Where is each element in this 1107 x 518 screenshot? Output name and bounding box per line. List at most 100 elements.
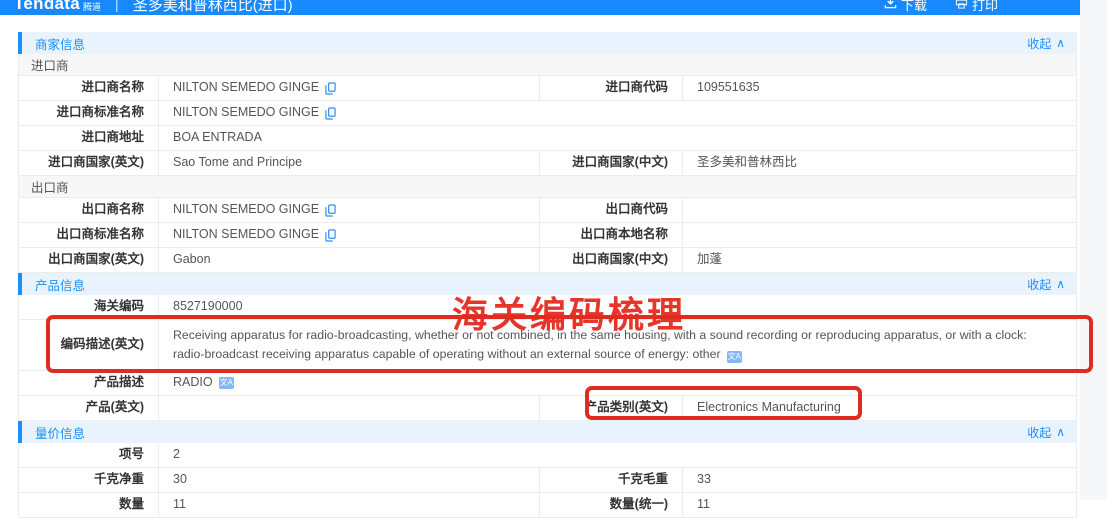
field-value-text: 30 <box>173 472 187 488</box>
download-button[interactable]: 下载 <box>884 0 927 14</box>
field-value: Gabon <box>159 248 539 272</box>
field-label-text: 出口商代码 <box>605 202 668 218</box>
print-label: 打印 <box>972 0 998 14</box>
section-header: 量价信息 收起∧ <box>18 421 1077 443</box>
field-value: 109551635 <box>683 76 1076 100</box>
collapse-button[interactable]: 收起∧ <box>1027 276 1065 293</box>
section-title: 商家信息 <box>35 34 85 53</box>
field-value: RADIO 文A <box>159 371 1076 395</box>
field-label: 出口商国家(英文) <box>19 248 159 272</box>
field-label: 编码描述(英文) <box>19 320 159 370</box>
field-value-text: NILTON SEMEDO GINGE <box>173 202 319 218</box>
chevron-up-icon: ∧ <box>1056 425 1065 439</box>
field-label-text: 出口商标准名称 <box>56 227 144 243</box>
field-value <box>683 223 1076 247</box>
field-value-text: Gabon <box>173 252 211 268</box>
section-title: 产品信息 <box>35 275 85 294</box>
field-label-text: 进口商名称 <box>81 80 144 96</box>
field-value-text: 33 <box>697 472 711 488</box>
field-label-text: 进口商代码 <box>605 80 668 96</box>
table-row: 数量11数量(统一)11 <box>18 493 1077 518</box>
table-row: 出口商国家(英文) Gabon 出口商国家(中文) 加蓬 <box>18 248 1077 273</box>
group-subheader-text: 进口商 <box>31 55 69 74</box>
table-row: 出口商标准名称 NILTON SEMEDO GINGE 出口商本地名称 <box>18 223 1077 248</box>
field-value: 33 <box>683 468 1076 492</box>
section-title: 量价信息 <box>35 423 85 442</box>
copy-icon[interactable] <box>325 82 336 95</box>
field-label-text: 进口商标准名称 <box>56 105 144 121</box>
download-label: 下载 <box>901 0 927 14</box>
field-label: 出口商国家(中文) <box>539 248 683 272</box>
field-label: 数量(统一) <box>539 493 683 517</box>
translate-icon[interactable]: 文A <box>219 377 234 389</box>
field-label: 进口商国家(中文) <box>539 151 683 175</box>
field-label-text: 进口商地址 <box>81 130 144 146</box>
group-subheader: 进口商 <box>18 54 1077 76</box>
section-header: 商家信息 收起∧ <box>18 32 1077 54</box>
field-label: 产品类别(英文) <box>539 396 683 420</box>
table-row: 产品(英文)产品类别(英文)Electronics Manufacturing <box>18 396 1077 421</box>
field-label: 产品描述 <box>19 371 159 395</box>
field-value-text: Sao Tome and Principe <box>173 155 302 171</box>
field-value: Sao Tome and Principe <box>159 151 539 175</box>
field-label-text: 进口商国家(中文) <box>572 155 668 171</box>
field-label-text: 出口商本地名称 <box>580 227 668 243</box>
tendata-logo-cn: 腾道 <box>83 0 101 13</box>
field-label-text: 编码描述(英文) <box>61 337 144 353</box>
page-title: 圣多美和普林西比(进口) <box>133 0 293 15</box>
table-row: 进口商名称 NILTON SEMEDO GINGE 进口商代码 109551635 <box>18 76 1077 101</box>
field-label-text: 产品类别(英文) <box>585 400 668 416</box>
field-value-text: 8527190000 <box>173 299 243 315</box>
field-label: 进口商名称 <box>19 76 159 100</box>
field-label: 进口商国家(英文) <box>19 151 159 175</box>
annotation-stamp: 海关编码梳理 <box>452 286 686 338</box>
field-value-text: 加蓬 <box>697 252 722 268</box>
collapse-button[interactable]: 收起∧ <box>1027 35 1065 52</box>
field-label: 千克净重 <box>19 468 159 492</box>
copy-icon[interactable] <box>325 107 336 120</box>
field-value: NILTON SEMEDO GINGE <box>159 198 539 222</box>
field-label-text: 千克毛重 <box>618 472 668 488</box>
field-value: 2 <box>159 443 1076 467</box>
detail-panel: 商家信息收起∧进口商进口商名称NILTON SEMEDO GINGE进口商代码1… <box>18 32 1077 518</box>
field-label: 出口商标准名称 <box>19 223 159 247</box>
field-value-text: NILTON SEMEDO GINGE <box>173 105 319 121</box>
collapse-label: 收起 <box>1027 35 1051 52</box>
print-icon <box>955 0 968 12</box>
table-row: 千克净重 30 千克毛重 33 <box>18 468 1077 493</box>
field-label-text: 出口商国家(英文) <box>48 252 144 268</box>
copy-icon[interactable] <box>325 229 336 242</box>
translate-icon[interactable]: 文A <box>727 351 742 363</box>
table-row: 进口商地址 BOA ENTRADA <box>18 126 1077 151</box>
field-value-text: 109551635 <box>697 80 760 96</box>
header-actions: 下载 打印 <box>884 0 998 14</box>
header-divider: | <box>115 0 119 12</box>
field-value: BOA ENTRADA <box>159 126 1076 150</box>
download-icon <box>884 0 897 12</box>
field-value: NILTON SEMEDO GINGE <box>159 76 539 100</box>
field-value: Electronics Manufacturing <box>683 396 1076 420</box>
field-value-text: NILTON SEMEDO GINGE <box>173 80 319 96</box>
field-value-text: RADIO <box>173 375 213 391</box>
field-label: 出口商名称 <box>19 198 159 222</box>
field-label: 出口商本地名称 <box>539 223 683 247</box>
chevron-up-icon: ∧ <box>1056 277 1065 291</box>
field-label: 进口商标准名称 <box>19 101 159 125</box>
field-label: 出口商代码 <box>539 198 683 222</box>
field-value: NILTON SEMEDO GINGE <box>159 223 539 247</box>
field-label-text: 海关编码 <box>94 299 144 315</box>
table-row: 产品描述 RADIO 文A <box>18 371 1077 396</box>
page-right-gutter <box>1080 0 1107 500</box>
field-value-text: BOA ENTRADA <box>173 130 262 146</box>
copy-icon[interactable] <box>325 204 336 217</box>
field-value <box>683 198 1076 222</box>
group-subheader: 出口商 <box>18 176 1077 198</box>
field-value: NILTON SEMEDO GINGE <box>159 101 1076 125</box>
collapse-button[interactable]: 收起∧ <box>1027 424 1065 441</box>
group-subheader-text: 出口商 <box>31 177 69 196</box>
app-header: Tendata 腾道 | 圣多美和普林西比(进口) 下载 打印 <box>0 0 1080 15</box>
field-value <box>159 396 539 420</box>
tendata-logo: Tendata <box>14 0 80 14</box>
field-value: 圣多美和普林西比 <box>683 151 1076 175</box>
print-button[interactable]: 打印 <box>955 0 998 14</box>
